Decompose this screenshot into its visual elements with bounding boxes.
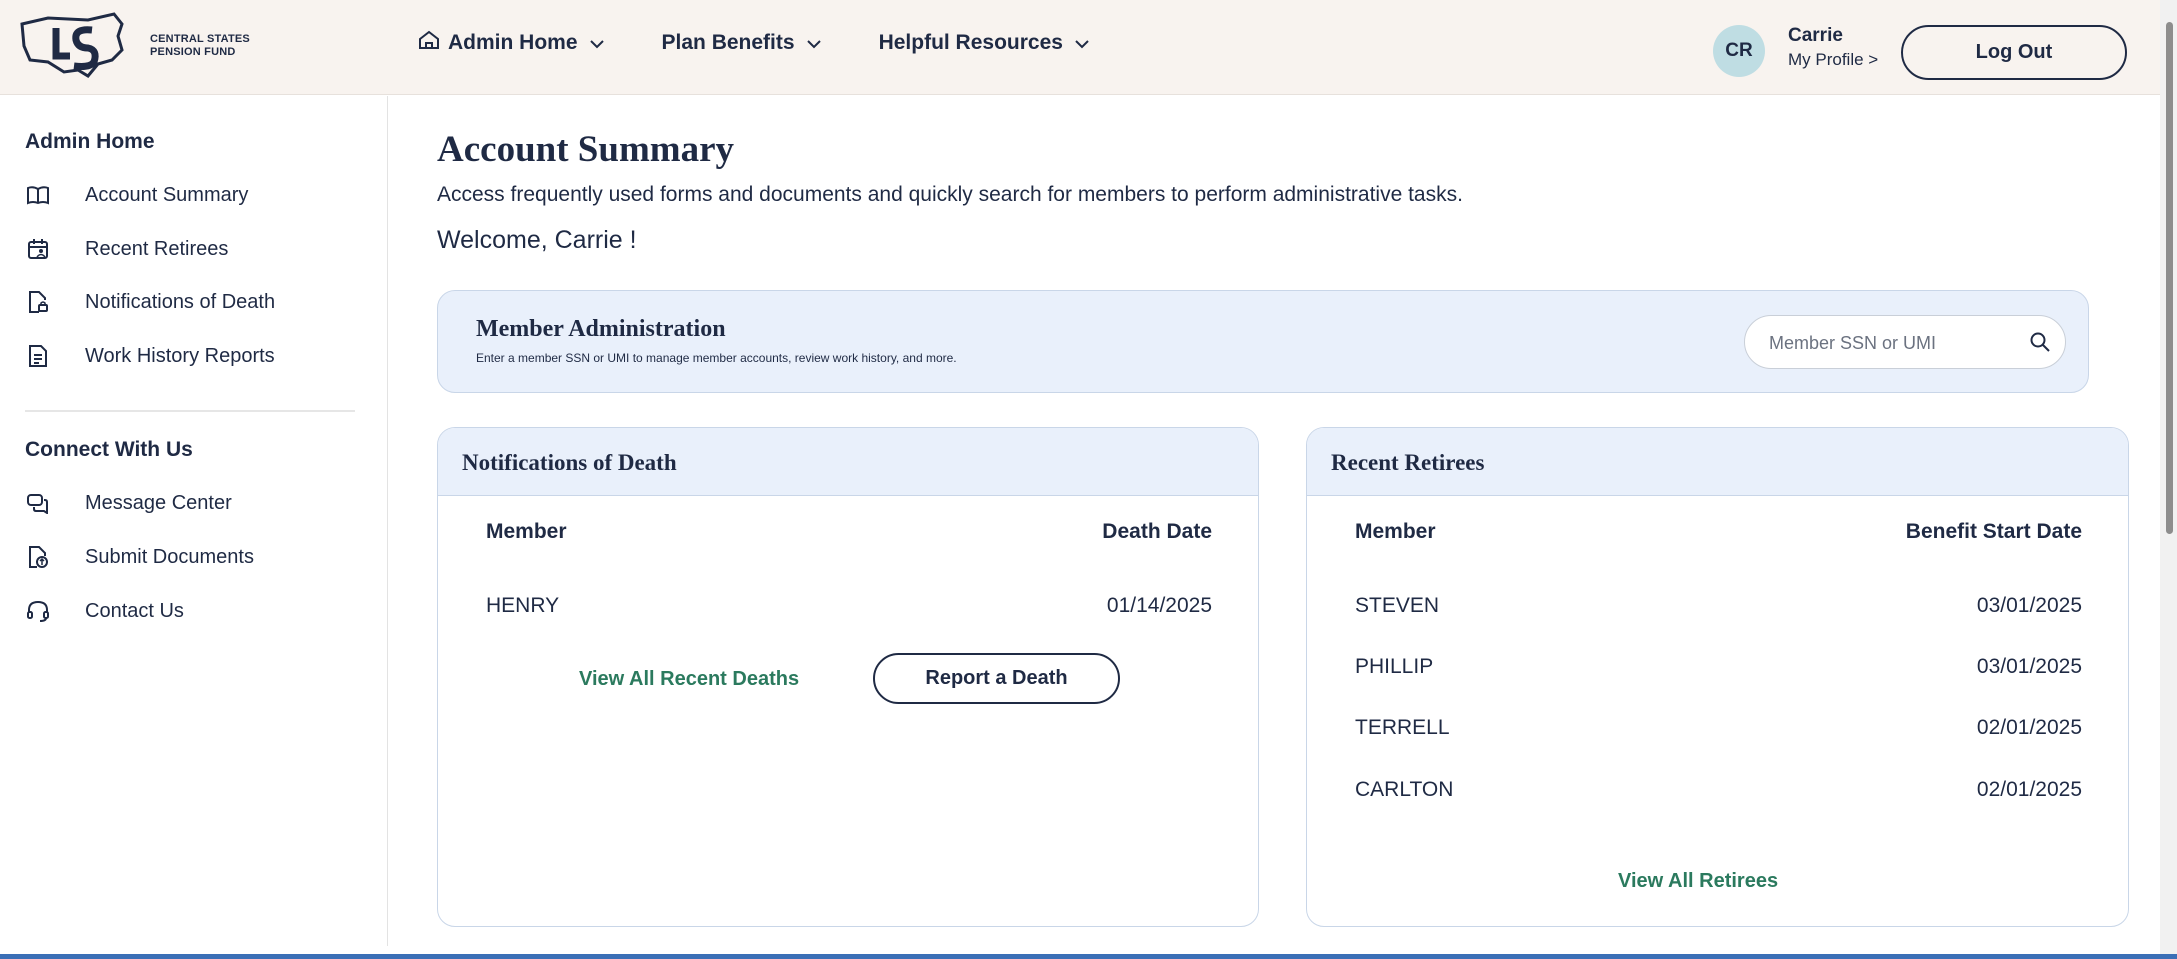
card-title: Notifications of Death [462, 450, 677, 475]
sidebar-item-submit-documents[interactable]: Submit Documents [25, 544, 254, 570]
logo-line-2: PENSION FUND [150, 46, 236, 58]
report-a-death-button[interactable]: Report a Death [873, 653, 1120, 704]
column-header-member: Member [1355, 520, 1436, 543]
avatar[interactable]: CR [1713, 25, 1765, 77]
table-cell-member: TERRELL [1355, 716, 1450, 739]
sidebar-item-label: Submit Documents [85, 545, 254, 568]
sidebar-divider [25, 410, 355, 412]
sidebar-item-contact-us[interactable]: Contact Us [25, 598, 184, 624]
logout-button[interactable]: Log Out [1901, 25, 2127, 80]
table-cell-member: STEVEN [1355, 594, 1440, 617]
column-header-member: Member [486, 520, 567, 543]
card-title: Recent Retirees [1331, 450, 1485, 475]
sidebar-item-label: Recent Retirees [85, 237, 229, 260]
page-description: Access frequently used forms and documen… [437, 183, 1463, 206]
column-header-death-date: Death Date [1102, 520, 1212, 543]
card-header: Recent Retirees [1307, 428, 2128, 496]
view-all-recent-deaths-link[interactable]: View All Recent Deaths [579, 668, 799, 691]
recent-retirees-card: Recent Retirees Member Benefit Start Dat… [1306, 427, 2129, 927]
sidebar-item-message-center[interactable]: Message Center [25, 490, 232, 516]
table-cell-member: CARLTON [1355, 778, 1454, 801]
column-header-benefit-start-date: Benefit Start Date [1905, 520, 2082, 543]
sidebar-item-work-history-reports[interactable]: Work History Reports [25, 343, 275, 369]
member-administration-card: Member Administration Enter a member SSN… [437, 290, 2089, 393]
user-name: Carrie [1788, 25, 1843, 46]
nav-plan-benefits[interactable]: Plan Benefits [662, 31, 821, 55]
sidebar-item-label: Account Summary [85, 183, 249, 206]
table-cell-member: PHILLIP [1355, 655, 1434, 678]
bottom-accent-bar [0, 954, 2177, 959]
chevron-down-icon [1075, 31, 1089, 55]
chevron-down-icon [589, 31, 604, 55]
logo-emblem-icon [20, 12, 124, 78]
chat-bubbles-icon [25, 490, 51, 516]
table-cell-benefit-date: 03/01/2025 [1976, 594, 2082, 617]
view-all-retirees-link[interactable]: View All Retirees [1618, 870, 1778, 893]
table-cell-benefit-date: 02/01/2025 [1976, 716, 2082, 739]
sidebar-item-label: Work History Reports [85, 344, 275, 367]
nav-helpful-resources-label: Helpful Resources [878, 31, 1063, 54]
my-profile-link[interactable]: My Profile > [1788, 50, 1878, 70]
search-icon[interactable] [2029, 331, 2051, 358]
table-cell-benefit-date: 02/01/2025 [1976, 778, 2082, 801]
sidebar: Admin Home Account Summary Recent Retire… [0, 96, 388, 946]
card-header: Notifications of Death [438, 428, 1258, 496]
book-icon [25, 182, 51, 208]
sidebar-item-label: Notifications of Death [85, 290, 276, 313]
sidebar-item-notifications-of-death[interactable]: Notifications of Death [25, 289, 275, 315]
nav-admin-home[interactable]: Admin Home [418, 30, 604, 56]
member-administration-subtitle: Enter a member SSN or UMI to manage memb… [476, 351, 957, 365]
document-lock-icon [25, 289, 51, 315]
main-nav: Admin Home Plan Benefits Helpful Resourc… [418, 30, 1147, 56]
user-profile[interactable]: Carrie My Profile > [1788, 25, 1878, 70]
chevron-down-icon [806, 31, 821, 55]
table-cell-benefit-date: 03/01/2025 [1976, 655, 2082, 678]
home-icon [418, 30, 440, 56]
member-search-box[interactable] [1744, 315, 2066, 369]
page-title: Account Summary [437, 129, 735, 170]
sidebar-section-admin-home: Admin Home [25, 130, 155, 153]
logo-text: CENTRAL STATES PENSION FUND [150, 33, 250, 59]
nav-plan-benefits-label: Plan Benefits [661, 31, 795, 54]
sidebar-section-connect: Connect With Us [25, 438, 193, 461]
sidebar-item-account-summary[interactable]: Account Summary [25, 182, 248, 208]
document-upload-icon [25, 544, 51, 570]
sidebar-item-recent-retirees[interactable]: Recent Retirees [25, 236, 228, 262]
table-cell-member: HENRY [486, 594, 560, 617]
nav-admin-home-label: Admin Home [448, 31, 578, 54]
member-administration-title: Member Administration [476, 316, 726, 342]
notifications-of-death-card: Notifications of Death Member Death Date… [437, 427, 1259, 927]
nav-helpful-resources[interactable]: Helpful Resources [879, 31, 1089, 55]
sidebar-item-label: Contact Us [85, 599, 184, 622]
member-search-input[interactable] [1769, 330, 2019, 356]
calendar-person-icon [25, 236, 51, 262]
document-lines-icon [25, 343, 51, 369]
welcome-message: Welcome, Carrie ! [437, 226, 637, 254]
scrollbar-thumb[interactable] [2166, 22, 2173, 534]
table-cell-death-date: 01/14/2025 [1106, 594, 1212, 617]
top-header: CENTRAL STATES PENSION FUND Admin Home P… [0, 0, 2160, 95]
sidebar-item-label: Message Center [85, 491, 232, 514]
headset-icon [25, 598, 51, 624]
central-states-logo[interactable]: CENTRAL STATES PENSION FUND [18, 10, 250, 82]
logo-line-1: CENTRAL STATES [150, 33, 250, 45]
